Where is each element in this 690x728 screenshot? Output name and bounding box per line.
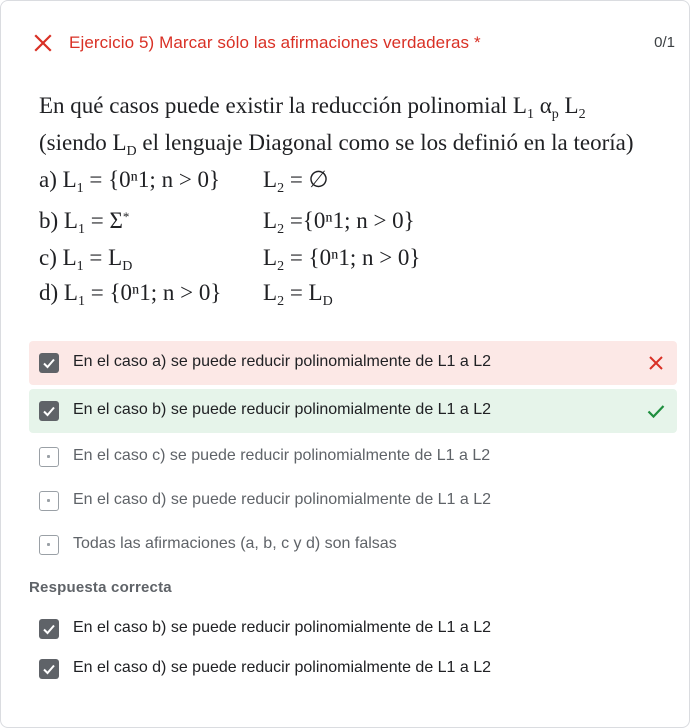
option-b[interactable]: En el caso b) se puede reducir polinomia… — [29, 389, 677, 433]
case-c: c) L1 = LD L2 = {0ⁿ1; n > 0} — [39, 245, 421, 274]
question-card: Ejercicio 5) Marcar sólo las afirmacione… — [0, 0, 690, 728]
checkbox-checked — [39, 659, 59, 679]
option-label: En el caso c) se puede reducir polinomia… — [73, 447, 491, 464]
option-label: En el caso b) se puede reducir polinomia… — [73, 401, 492, 418]
checkbox-unchecked[interactable] — [39, 491, 59, 511]
option-label: En el caso a) se puede reducir polinomia… — [73, 353, 492, 370]
checkmark-icon — [43, 406, 55, 417]
correct-answer-label: En el caso d) se puede reducir polinomia… — [73, 659, 492, 676]
check-icon — [647, 405, 665, 419]
correct-answer-label: En el caso b) se puede reducir polinomia… — [73, 619, 492, 636]
question-line-1: En qué casos puede existir la reducción … — [39, 93, 586, 122]
case-b: b) L1 = Σ* L2 ={0ⁿ1; n > 0} — [39, 208, 415, 237]
case-a: a) L1 = {0ⁿ1; n > 0} L2 = ∅ — [39, 167, 329, 196]
option-c[interactable]: En el caso c) se puede reducir polinomia… — [29, 435, 677, 479]
checkbox-checked[interactable] — [39, 353, 59, 373]
checkbox-checked — [39, 619, 59, 639]
checkbox-unchecked[interactable] — [39, 535, 59, 555]
correct-answer-heading: Respuesta correcta — [29, 579, 172, 596]
checkbox-unchecked[interactable] — [39, 447, 59, 467]
checkmark-icon — [43, 664, 55, 675]
checkbox-checked[interactable] — [39, 401, 59, 421]
close-icon — [34, 34, 52, 52]
correct-answer-item: En el caso d) se puede reducir polinomia… — [29, 647, 677, 691]
question-line-2: (siendo LD el lenguaje Diagonal como se … — [39, 130, 634, 159]
question-score: 0/1 — [654, 34, 675, 51]
correct-answer-item: En el caso b) se puede reducir polinomia… — [29, 607, 677, 651]
option-d[interactable]: En el caso d) se puede reducir polinomia… — [29, 479, 677, 523]
option-label: En el caso d) se puede reducir polinomia… — [73, 491, 492, 508]
case-d: d) L1 = {0ⁿ1; n > 0} L2 = LD — [39, 280, 333, 309]
option-a[interactable]: En el caso a) se puede reducir polinomia… — [29, 341, 677, 385]
close-icon — [649, 356, 663, 370]
question-header: Ejercicio 5) Marcar sólo las afirmacione… — [33, 31, 675, 57]
checkmark-icon — [43, 358, 55, 369]
option-e[interactable]: Todas las afirmaciones (a, b, c y d) son… — [29, 523, 677, 567]
option-label: Todas las afirmaciones (a, b, c y d) son… — [73, 535, 397, 552]
question-title: Ejercicio 5) Marcar sólo las afirmacione… — [69, 33, 481, 52]
checkmark-icon — [43, 624, 55, 635]
